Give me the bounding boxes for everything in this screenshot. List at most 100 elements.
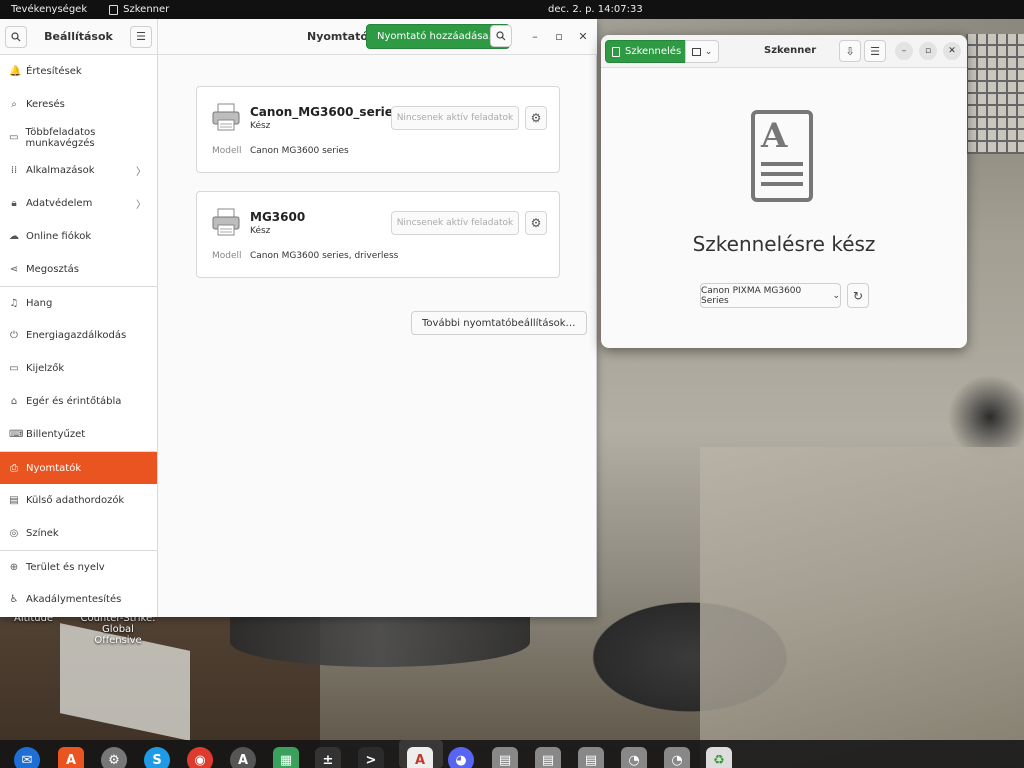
active-jobs-button[interactable]: Nincsenek aktív feladatok [391,106,519,130]
document-letter: A [761,116,788,156]
scanner-device-select[interactable]: Canon PIXMA MG3600 Series ⌄ [700,283,841,308]
sidebar-item-label: Terület és nyelv [26,561,105,573]
drive-icon[interactable]: ▤ [535,747,561,768]
sidebar-item-color[interactable]: ◎ Színek [0,517,157,550]
app-menu[interactable]: Szkenner [109,4,169,15]
sidebar-item-globe[interactable]: ⊕ Terület és nyelv [0,550,157,583]
sidebar-item-multitasking[interactable]: ▭ Többfeladatos munkavégzés [0,121,157,154]
sidebar-item-label: Akadálymentesítés [26,594,122,605]
top-bar: Tevékenységek Szkenner dec. 2. p. 14:07:… [0,0,1024,19]
scan-ready-text: Szkennelésre kész [692,232,876,256]
printer-status: Kész [250,121,271,131]
settings-window: Beállítások ☰ 🔔 Értesítések ⌕ Keresés ▭ Többf… [0,19,597,617]
sidebar-menu-button[interactable]: ☰ [130,25,152,48]
app-center-icon[interactable]: A [58,747,84,768]
maximize-button[interactable]: ▫ [550,27,568,45]
app-menu-label: Szkenner [123,4,170,15]
printer-card: Canon_MG3600_series Kész Nincsenek aktív… [196,86,560,173]
sidebar-item-bell[interactable]: 🔔 Értesítések [0,55,157,88]
sidebar-title: Beállítások [44,30,113,43]
thunderbird-icon[interactable]: ✉ [14,747,40,768]
skype-icon[interactable]: S [144,747,170,768]
refresh-icon: ↻ [852,288,864,303]
sidebar-item-search[interactable]: ⌕ Keresés [0,88,157,121]
close-icon: ✕ [578,29,588,43]
sidebar-item-privacy[interactable]: 🔒︎ Adatvédelem 〉 [0,187,157,220]
privacy-icon: 🔒︎ [11,198,17,209]
dock: ✉ A ⚙ S ◉ A ▦ ± > A ◕ ▤ ▤ ▤ ◔ ◔ ♻ [0,740,1024,768]
sidebar-item-printer[interactable]: ⎙ Nyomtatók [0,451,157,484]
close-button[interactable]: ✕ [574,27,592,45]
disks-app-icon[interactable]: ▦ [273,747,299,768]
maximize-icon: ▫ [924,46,932,56]
search-icon: ⌕ [11,99,17,110]
software-updater-icon[interactable]: A [230,747,256,768]
terminal-icon[interactable]: > [358,747,384,768]
keyboard-icon: ⌨ [9,429,24,440]
printer-name: Canon_MG3600_series [250,105,401,119]
drive-icon[interactable]: ▤ [578,747,604,768]
scanner-menu-button[interactable]: ☰ [864,40,886,62]
sidebar-item-accessibility[interactable]: ♿︎ Akadálymentesítés [0,583,157,616]
sidebar-item-label: Színek [26,528,59,539]
save-button[interactable]: ⇩ [839,40,861,62]
sidebar-item-label: Kijelzők [26,363,65,374]
sidebar-item-label: Adatvédelem [26,198,93,209]
sidebar-item-keyboard[interactable]: ⌨ Billentyűzet [0,418,157,451]
multitasking-icon: ▭ [9,132,19,143]
wallpaper-ground [700,447,1024,768]
color-icon: ◎ [9,528,19,539]
maximize-icon: ▫ [555,29,563,43]
scanner-window: Szkennelés ⌄ Szkenner ⇩ ☰ – ▫ ✕ A Szkenn… [601,35,967,348]
clock[interactable]: dec. 2. p. 14:07:33 [548,4,643,15]
maximize-button[interactable]: ▫ [919,42,937,60]
minimize-button[interactable]: – [526,27,544,45]
more-printer-settings-button[interactable]: További nyomtatóbeállítások… [411,311,587,335]
calculator-icon[interactable]: ± [315,747,341,768]
sidebar-item-media[interactable]: ▤ Külső adathordozók [0,484,157,517]
active-jobs-button[interactable]: Nincsenek aktív feladatok [391,211,519,235]
document-icon [612,46,620,57]
sidebar-item-label: Megosztás [26,264,79,275]
minimize-icon: – [901,46,907,56]
sidebar-item-label: Alkalmazások [26,165,95,176]
printer-search-button[interactable] [490,25,512,47]
media-icon: ▤ [9,495,19,506]
sidebar-item-share[interactable]: ⋖ Megosztás [0,253,157,286]
scan-button[interactable]: Szkennelés [605,40,691,63]
chrome-icon[interactable]: ◉ [187,747,213,768]
add-printer-button[interactable]: Nyomtató hozzáadása… [366,24,510,49]
document-line [761,162,803,166]
scanner-title: Szkenner [764,45,817,56]
printer-settings-button[interactable]: ⚙ [525,211,547,235]
chevron-down-icon: ⌄ [832,290,840,301]
close-button[interactable]: ✕ [943,42,961,60]
sidebar-item-label: Hang [26,297,53,309]
sidebar-item-label: Többfeladatos munkavégzés [25,126,96,149]
sidebar-search-button[interactable] [5,25,27,48]
minimize-button[interactable]: – [895,42,913,60]
gear-icon: ⚙ [530,111,542,125]
trash-icon[interactable]: ♻ [706,747,732,768]
sidebar-item-mouse[interactable]: ⌂ Egér és érintőtábla [0,385,157,418]
scanner-dock-icon[interactable]: A [407,747,433,768]
sidebar-item-power[interactable]: ⏻ Energiagazdálkodás [0,319,157,352]
drive-icon[interactable]: ▤ [492,747,518,768]
sidebar-item-label: Keresés [26,99,65,110]
sidebar-item-cloud[interactable]: ☁ Online fiókok [0,220,157,253]
printer-settings-button[interactable]: ⚙ [525,106,547,130]
sidebar-item-apps-grid[interactable]: ⁞⁞ Alkalmazások 〉 [0,154,157,187]
mouse-icon: ⌂ [10,396,18,407]
scan-type-dropdown[interactable]: ⌄ [685,40,719,63]
refresh-devices-button[interactable]: ↻ [847,283,869,308]
desktop-icon-label-csgo[interactable]: Counter-Strike: Global Offensive [80,613,156,646]
settings-sidebar: Beállítások ☰ 🔔 Értesítések ⌕ Keresés ▭ Többf… [0,19,158,617]
drive-icon[interactable]: ◔ [664,747,690,768]
sidebar-item-music-note[interactable]: ♫ Hang [0,286,157,319]
drive-icon[interactable]: ◔ [621,747,647,768]
discord-icon[interactable]: ◕ [448,747,474,768]
sidebar-item-display[interactable]: ▭ Kijelzők [0,352,157,385]
wallpaper-car-grille [230,617,530,667]
activities-button[interactable]: Tevékenységek [11,4,87,15]
settings-app-icon[interactable]: ⚙ [101,747,127,768]
